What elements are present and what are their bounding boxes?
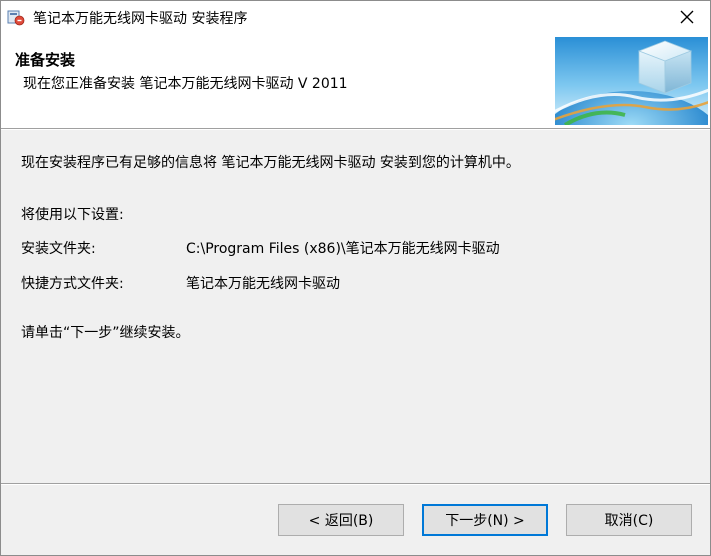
- close-button[interactable]: [664, 1, 710, 33]
- cancel-button[interactable]: 取消(C): [566, 504, 692, 536]
- installer-app-icon: [7, 10, 25, 26]
- back-button[interactable]: < 返回(B): [278, 504, 404, 536]
- installer-window: 笔记本万能无线网卡驱动 安装程序 准备安装 现在您正准备安装 笔记本万能无线网卡…: [0, 0, 711, 556]
- shortcut-folder-label: 快捷方式文件夹:: [21, 276, 124, 292]
- close-icon: [680, 10, 694, 24]
- globe-box-graphic: [555, 37, 708, 125]
- install-folder-label: 安装文件夹:: [21, 241, 96, 257]
- title-bar: 笔记本万能无线网卡驱动 安装程序: [1, 1, 710, 33]
- intro-text: 现在安装程序已有足够的信息将 笔记本万能无线网卡驱动 安装到您的计算机中。: [21, 155, 520, 171]
- wizard-body: 现在安装程序已有足够的信息将 笔记本万能无线网卡驱动 安装到您的计算机中。 将使…: [1, 130, 710, 482]
- install-folder-value: C:\Program Files (x86)\笔记本万能无线网卡驱动: [186, 241, 500, 257]
- page-title: 准备安装: [15, 51, 76, 69]
- footer-divider: [1, 483, 710, 485]
- settings-heading: 将使用以下设置:: [21, 207, 124, 223]
- shortcut-folder-value: 笔记本万能无线网卡驱动: [186, 276, 340, 292]
- wizard-header: 准备安装 现在您正准备安装 笔记本万能无线网卡驱动 V 2011: [1, 33, 710, 128]
- page-subtitle: 现在您正准备安装 笔记本万能无线网卡驱动 V 2011: [23, 76, 348, 92]
- continue-hint: 请单击“下一步”继续安装。: [21, 325, 190, 341]
- next-button[interactable]: 下一步(N) >: [422, 504, 548, 536]
- window-title: 笔记本万能无线网卡驱动 安装程序: [33, 11, 248, 27]
